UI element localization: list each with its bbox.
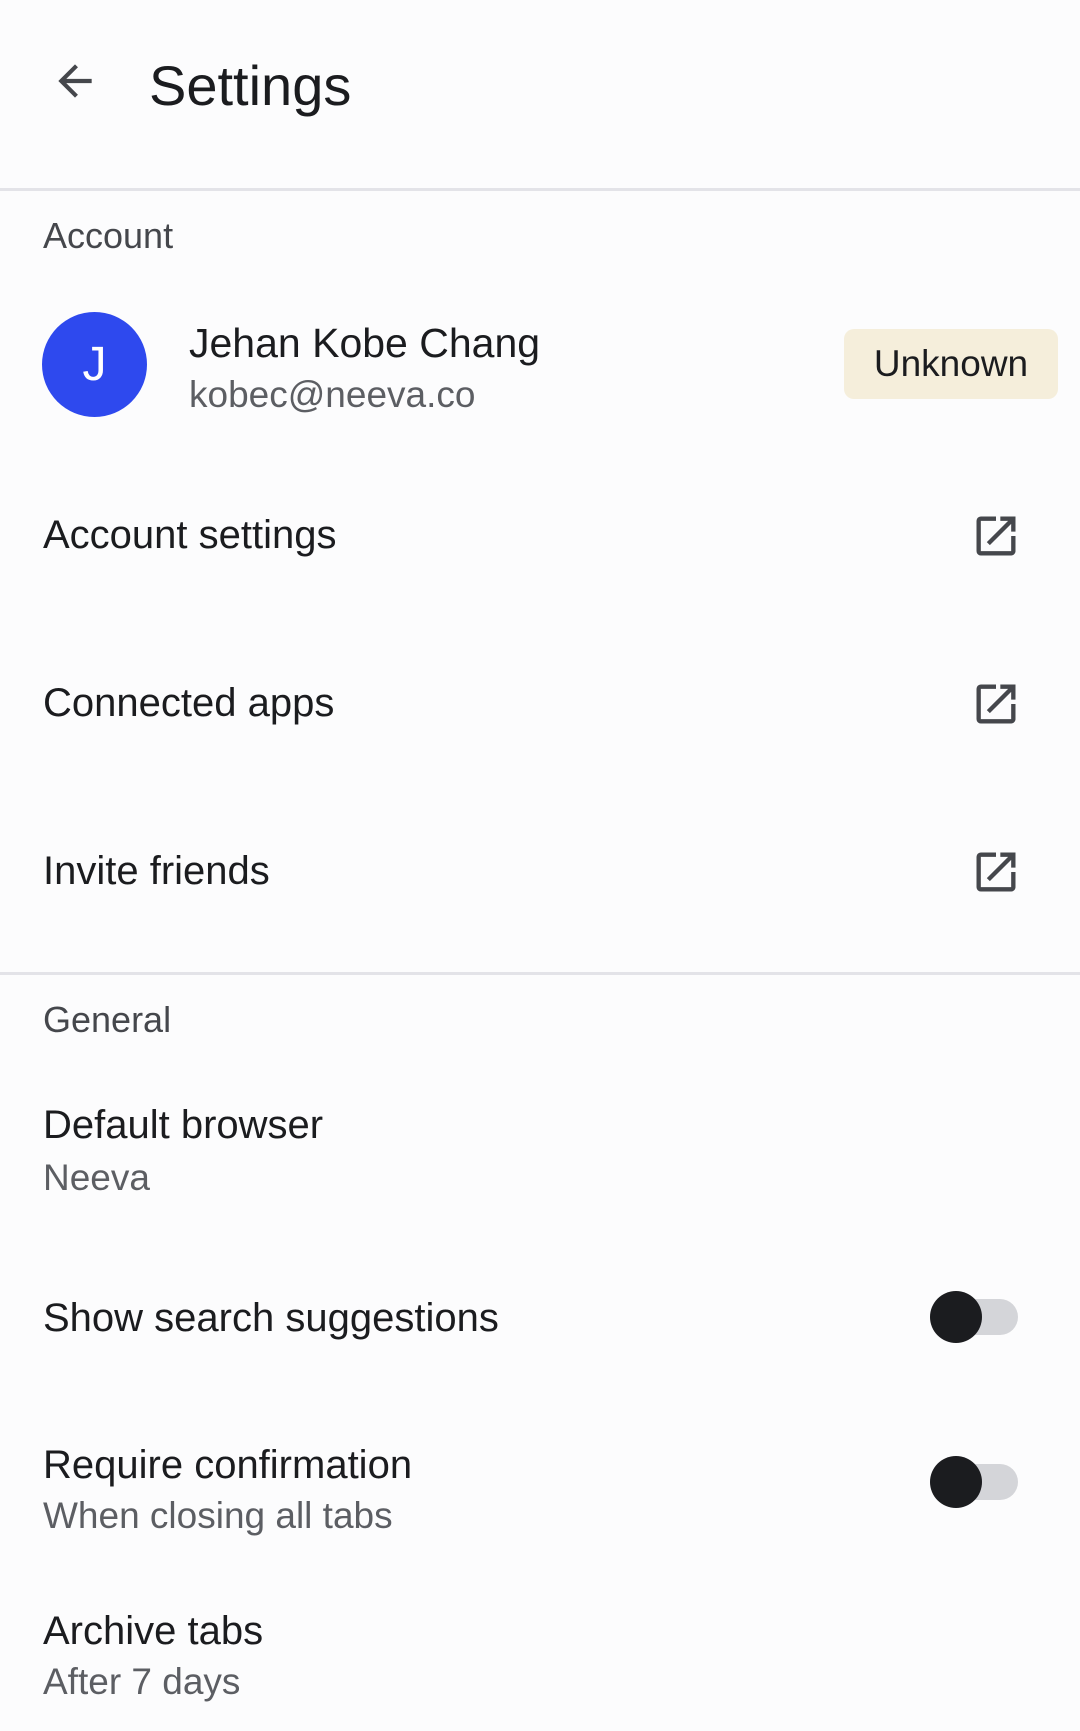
connected-apps-label: Connected apps xyxy=(43,681,335,725)
default-browser-label: Default browser xyxy=(43,1103,324,1147)
search-suggestions-item[interactable]: Show search suggestions xyxy=(0,1260,1080,1380)
section-label-general: General xyxy=(43,999,172,1040)
account-settings-item[interactable]: Account settings xyxy=(0,460,1080,610)
default-browser-value: Neeva xyxy=(43,1157,150,1198)
top-app-bar: Settings xyxy=(0,0,1080,188)
archive-tabs-label: Archive tabs xyxy=(43,1609,264,1653)
account-name: Jehan Kobe Chang xyxy=(189,320,541,366)
back-button[interactable] xyxy=(40,46,110,116)
avatar: J xyxy=(42,312,147,417)
require-confirmation-item[interactable]: Require confirmation When closing all ta… xyxy=(0,1420,1080,1560)
page-title: Settings xyxy=(149,54,352,117)
header-divider xyxy=(0,188,1080,191)
arrow-back-icon xyxy=(58,64,92,98)
avatar-initial: J xyxy=(82,338,107,391)
open-in-new-icon xyxy=(976,516,1016,556)
require-confirmation-subtitle: When closing all tabs xyxy=(43,1495,393,1536)
open-in-new-icon xyxy=(976,852,1016,892)
status-badge: Unknown xyxy=(844,329,1058,399)
invite-friends-label: Invite friends xyxy=(43,849,270,893)
toggle-thumb xyxy=(930,1291,982,1343)
search-suggestions-label: Show search suggestions xyxy=(43,1296,499,1340)
require-confirmation-label: Require confirmation xyxy=(43,1443,413,1487)
search-suggestions-toggle[interactable] xyxy=(928,1289,1020,1345)
connected-apps-item[interactable]: Connected apps xyxy=(0,628,1080,778)
section-label-account: Account xyxy=(43,215,174,256)
archive-tabs-item[interactable]: Archive tabs After 7 days xyxy=(0,1590,1080,1731)
toggle-thumb xyxy=(930,1456,982,1508)
invite-friends-item[interactable]: Invite friends xyxy=(0,796,1080,946)
open-in-new-icon xyxy=(976,684,1016,724)
account-settings-label: Account settings xyxy=(43,513,337,557)
section-divider xyxy=(0,972,1080,975)
account-email: kobec@neeva.co xyxy=(189,374,476,415)
archive-tabs-value: After 7 days xyxy=(43,1661,241,1702)
default-browser-item[interactable]: Default browser Neeva xyxy=(0,1080,1080,1230)
require-confirmation-toggle[interactable] xyxy=(928,1454,1020,1510)
